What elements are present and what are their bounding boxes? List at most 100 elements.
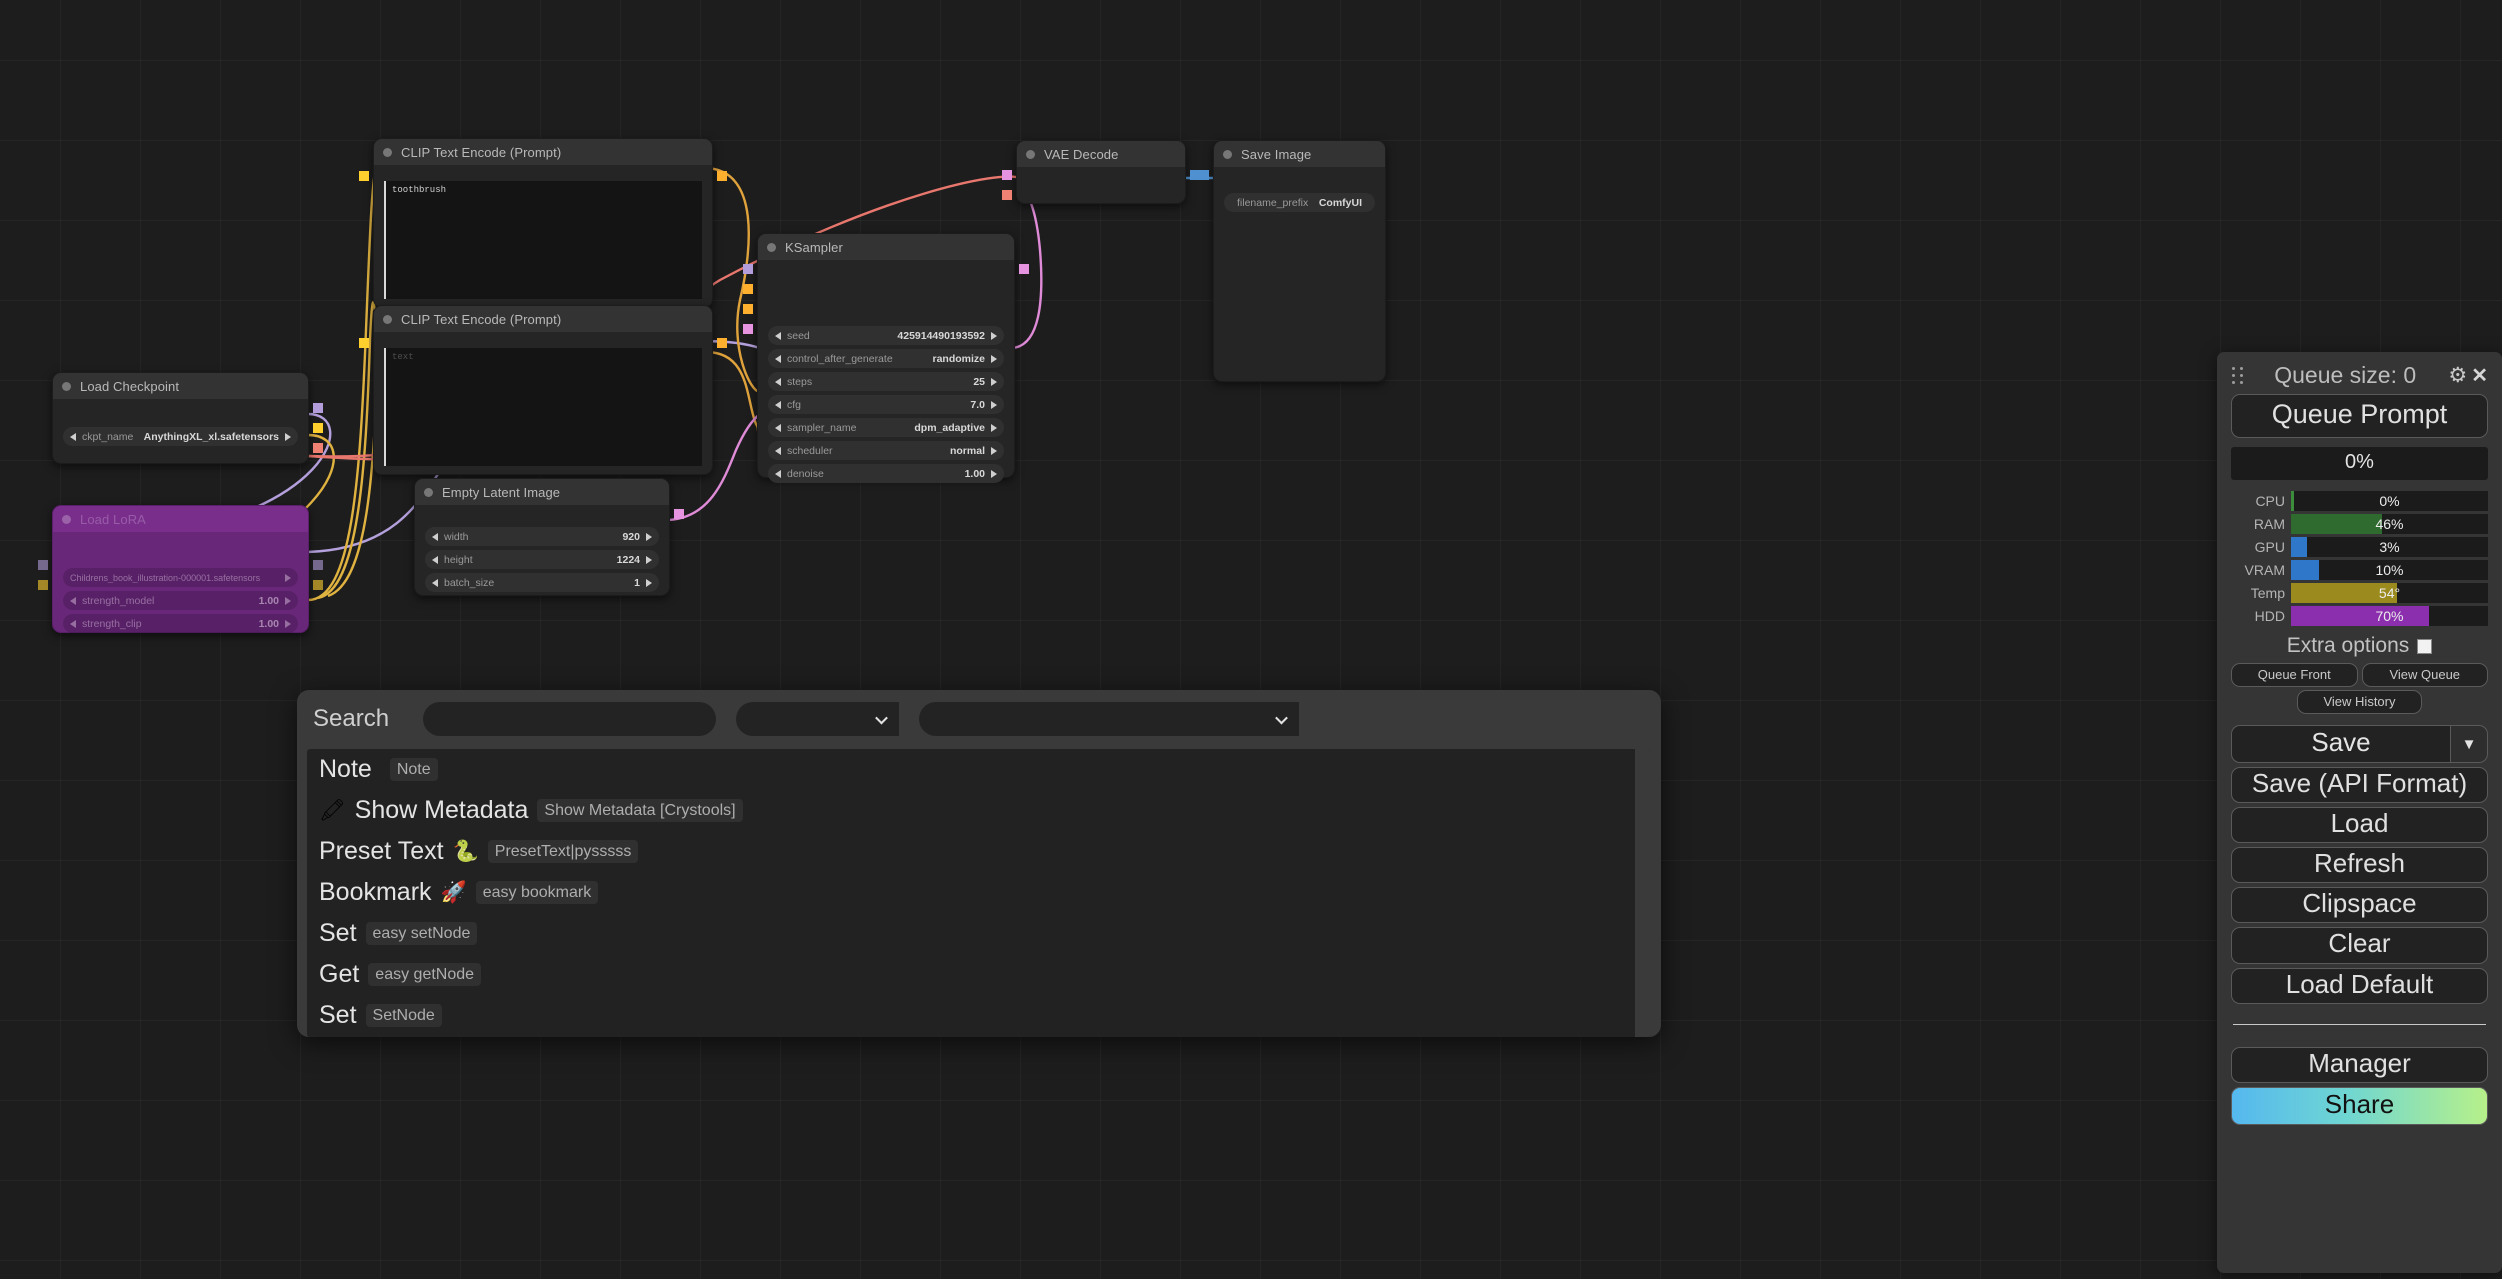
collapse-dot-icon[interactable] [62, 381, 71, 391]
port-images-input[interactable] [1199, 170, 1209, 180]
node-vae-decode[interactable]: VAE Decode [1002, 140, 1200, 204]
queue-front-button[interactable]: Queue Front [2231, 663, 2358, 687]
widget-strength-model[interactable]: strength_model 1.00 [63, 591, 298, 610]
port-vae-output[interactable] [313, 443, 323, 453]
port-model-output[interactable] [313, 403, 323, 413]
filter-select-wrap[interactable] [736, 702, 900, 736]
collapse-dot-icon[interactable] [383, 147, 392, 157]
collapse-dot-icon[interactable] [424, 487, 433, 497]
save-button[interactable]: Save [2231, 725, 2450, 763]
list-item[interactable]: Get GetNode [307, 1036, 1651, 1037]
collapse-dot-icon[interactable] [767, 242, 776, 252]
increment-arrow-icon[interactable] [646, 578, 652, 587]
widget-control-after-generate[interactable]: control_after_generate randomize [768, 349, 1004, 368]
gear-icon[interactable]: ⚙ [2448, 363, 2467, 388]
port-clip-output[interactable] [313, 423, 323, 433]
widget-ckpt-name[interactable]: ckpt_name AnythingXL_xl.safetensors [63, 427, 298, 446]
node-title-bar[interactable]: Load LoRA [53, 506, 308, 532]
widget-height[interactable]: height 1224 [425, 550, 659, 569]
prompt-textarea[interactable]: toothbrush [384, 181, 702, 299]
load-button[interactable]: Load [2231, 807, 2488, 844]
collapse-dot-icon[interactable] [383, 314, 392, 324]
comfy-menu-panel[interactable]: Queue size: 0 ⚙ ✕ Queue Prompt 0% CPU 0%… [2217, 352, 2502, 1273]
queue-prompt-button[interactable]: Queue Prompt [2231, 394, 2488, 438]
widget-width[interactable]: width 920 [425, 527, 659, 546]
collapse-dot-icon[interactable] [1223, 149, 1232, 159]
graph-canvas[interactable]: CLIP Text Encode (Prompt) toothbrush CLI… [0, 0, 2502, 1279]
node-clip-text-encode-negative[interactable]: CLIP Text Encode (Prompt) text [359, 305, 727, 475]
widget-cfg[interactable]: cfg 7.0 [768, 395, 1004, 414]
node-title-bar[interactable]: CLIP Text Encode (Prompt) [374, 306, 712, 332]
port-samples-input[interactable] [1002, 170, 1012, 180]
manager-button[interactable]: Manager [2231, 1046, 2488, 1083]
widget-batch-size[interactable]: batch_size 1 [425, 573, 659, 592]
list-item[interactable]: Get easy getNode [307, 954, 1651, 995]
widget-seed[interactable]: seed 425914490193592 [768, 326, 1004, 345]
node-title-bar[interactable]: Load Checkpoint [53, 373, 308, 399]
port-vae-input[interactable] [1002, 190, 1012, 200]
refresh-button[interactable]: Refresh [2231, 847, 2488, 884]
port-latent-output[interactable] [674, 509, 684, 519]
widget-scheduler[interactable]: scheduler normal [768, 441, 1004, 460]
port-conditioning-output[interactable] [717, 171, 727, 181]
port-clip-output[interactable] [313, 580, 323, 590]
widget-denoise[interactable]: denoise 1.00 [768, 464, 1004, 483]
increment-arrow-icon[interactable] [991, 331, 997, 340]
save-dropdown-caret-icon[interactable]: ▼ [2450, 725, 2488, 763]
widget-steps[interactable]: steps 25 [768, 372, 1004, 391]
node-clip-text-encode-positive[interactable]: CLIP Text Encode (Prompt) toothbrush [359, 138, 727, 308]
collapse-dot-icon[interactable] [62, 514, 71, 524]
node-load-lora[interactable]: Load LoRA Childrens_book_illustration-00… [38, 505, 323, 633]
node-title-bar[interactable]: Empty Latent Image [415, 479, 669, 505]
node-search-dialog[interactable]: Search Note Note 🖍 Show Metadata Show Me… [297, 690, 1661, 1037]
list-item[interactable]: Bookmark 🚀 easy bookmark [307, 872, 1651, 913]
clipspace-button[interactable]: Clipspace [2231, 887, 2488, 924]
close-icon[interactable]: ✕ [2471, 363, 2488, 388]
widget-sampler-name[interactable]: sampler_name dpm_adaptive [768, 418, 1004, 437]
widget-strength-clip[interactable]: strength_clip 1.00 [63, 614, 298, 633]
port-clip-input[interactable] [359, 338, 369, 348]
increment-arrow-icon[interactable] [991, 423, 997, 432]
port-clip-input[interactable] [38, 580, 48, 590]
node-title-bar[interactable]: KSampler [758, 234, 1014, 260]
node-title-bar[interactable]: VAE Decode [1017, 141, 1185, 167]
search-results-list[interactable]: Note Note 🖍 Show Metadata Show Metadata … [307, 749, 1651, 1037]
load-default-button[interactable]: Load Default [2231, 967, 2488, 1004]
type-select[interactable] [919, 702, 1300, 736]
increment-arrow-icon[interactable] [285, 432, 291, 441]
search-input[interactable] [423, 702, 717, 736]
filter-select[interactable] [736, 702, 900, 736]
widget-lora-name[interactable]: Childrens_book_illustration-000001.safet… [63, 568, 298, 587]
increment-arrow-icon[interactable] [646, 532, 652, 541]
increment-arrow-icon[interactable] [991, 354, 997, 363]
port-latent-output[interactable] [1019, 264, 1029, 274]
node-load-checkpoint[interactable]: Load Checkpoint ckpt_name AnythingXL_xl.… [52, 372, 323, 464]
list-item[interactable]: Set SetNode [307, 995, 1651, 1036]
port-model-input[interactable] [38, 560, 48, 570]
collapse-dot-icon[interactable] [1026, 149, 1035, 159]
share-button[interactable]: Share [2231, 1086, 2488, 1125]
increment-arrow-icon[interactable] [991, 400, 997, 409]
drag-handle-icon[interactable] [2231, 365, 2244, 385]
port-conditioning-output[interactable] [717, 338, 727, 348]
port-model-output[interactable] [313, 560, 323, 570]
node-title-bar[interactable]: Save Image [1214, 141, 1385, 167]
list-item[interactable]: Note Note [307, 749, 1651, 790]
results-scrollbar[interactable] [1635, 749, 1651, 1037]
list-item[interactable]: Preset Text 🐍 PresetText|pysssss [307, 831, 1651, 872]
port-model-input[interactable] [743, 264, 753, 274]
view-history-button[interactable]: View History [2297, 690, 2422, 714]
increment-arrow-icon[interactable] [285, 573, 291, 582]
port-positive-input[interactable] [743, 284, 753, 294]
increment-arrow-icon[interactable] [991, 446, 997, 455]
increment-arrow-icon[interactable] [991, 377, 997, 386]
node-title-bar[interactable]: CLIP Text Encode (Prompt) [374, 139, 712, 165]
list-item[interactable]: Set easy setNode [307, 913, 1651, 954]
save-api-format-button[interactable]: Save (API Format) [2231, 767, 2488, 804]
increment-arrow-icon[interactable] [285, 596, 291, 605]
node-ksampler[interactable]: KSampler seed 425914490193592 control_af… [743, 233, 1029, 483]
extra-options-checkbox[interactable] [2417, 638, 2433, 654]
increment-arrow-icon[interactable] [991, 469, 997, 478]
node-empty-latent-image[interactable]: Empty Latent Image width 920 height 1224… [414, 478, 684, 596]
prompt-textarea[interactable]: text [384, 348, 702, 466]
